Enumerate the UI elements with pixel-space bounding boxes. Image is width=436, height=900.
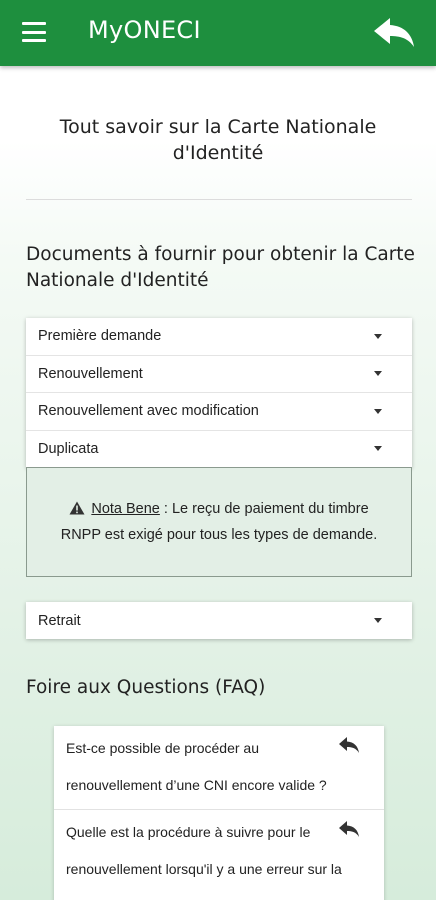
nota-bene-separator: : xyxy=(159,501,172,517)
accordion-item-renouvellement[interactable]: Renouvellement xyxy=(26,356,412,393)
accordion-item-retrait[interactable]: Retrait xyxy=(26,602,412,639)
documents-accordion: Première demande Renouvellement Renouvel… xyxy=(26,318,412,468)
page-title: Tout savoir sur la Carte Nationale d'Ide… xyxy=(59,116,377,164)
accordion-item-premiere-demande[interactable]: Première demande xyxy=(26,318,412,356)
accordion-item-label: Retrait xyxy=(38,612,81,629)
faq-item[interactable]: Quelle est la procédure à suivre pour le… xyxy=(54,810,384,900)
nota-bene-label: Nota Bene xyxy=(91,501,160,517)
app-title: MyONECI xyxy=(88,16,201,44)
caret-down-icon xyxy=(374,333,382,339)
accordion-item-label: Duplicata xyxy=(38,440,99,457)
caret-down-icon xyxy=(374,446,382,452)
caret-down-icon xyxy=(374,408,382,414)
nota-bene-box: Nota Bene : Le reçu de paiement du timbr… xyxy=(26,467,412,577)
accordion-item-label: Première demande xyxy=(38,328,162,345)
warning-icon xyxy=(69,501,85,515)
faq-question: Quelle est la procédure à suivre pour le… xyxy=(66,824,342,900)
reply-arrow-icon xyxy=(339,737,359,753)
accordion-item-renouvellement-modification[interactable]: Renouvellement avec modification xyxy=(26,393,412,431)
accordion-item-duplicata[interactable]: Duplicata xyxy=(26,431,412,468)
faq-question: Est-ce possible de procéder au renouvell… xyxy=(66,740,327,793)
divider xyxy=(26,199,412,200)
back-arrow-icon[interactable] xyxy=(372,14,416,50)
nota-bene-content: Nota Bene : Le reçu de paiement du timbr… xyxy=(57,496,381,548)
caret-down-icon xyxy=(374,371,382,377)
app-bar: MyONECI xyxy=(0,0,436,66)
documents-section-title: Documents à fournir pour obtenir la Cart… xyxy=(26,244,415,291)
caret-down-icon xyxy=(374,618,382,623)
accordion-item-label: Renouvellement avec modification xyxy=(38,403,259,420)
faq-item[interactable]: Est-ce possible de procéder au renouvell… xyxy=(54,726,384,810)
faq-section-title: Foire aux Questions (FAQ) xyxy=(26,677,266,698)
hamburger-menu-icon[interactable] xyxy=(22,22,46,42)
faq-list: Est-ce possible de procéder au renouvell… xyxy=(54,726,384,900)
reply-arrow-icon xyxy=(339,821,359,837)
accordion-item-label: Renouvellement xyxy=(38,365,143,382)
